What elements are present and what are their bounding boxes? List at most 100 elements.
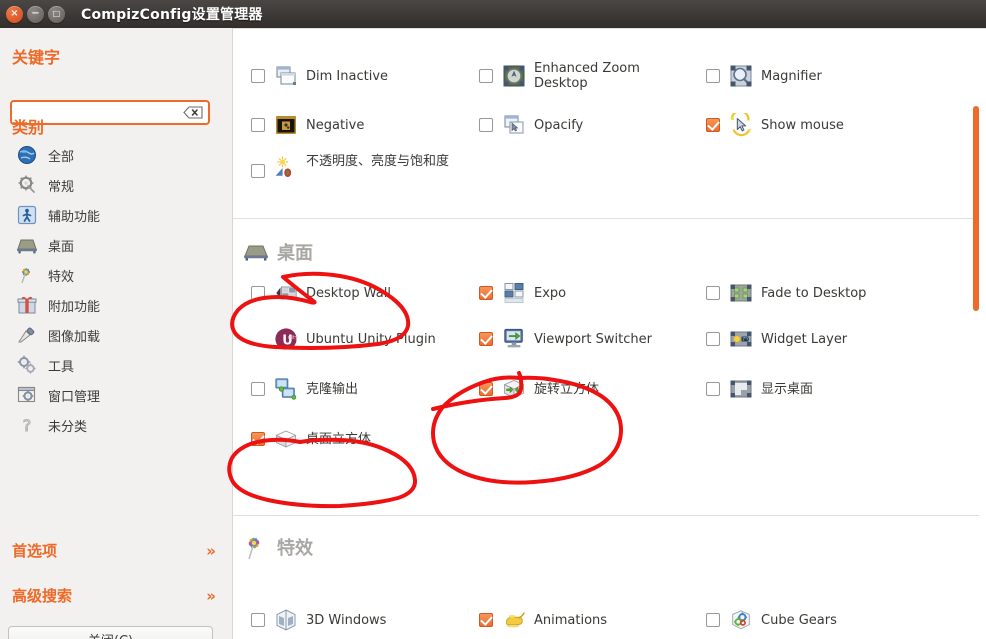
sidebar-item-extras[interactable]: 附加功能 bbox=[0, 290, 232, 320]
gift-icon bbox=[16, 294, 38, 316]
plugin-widget-layer[interactable]: 7°C Widget Layer bbox=[706, 319, 847, 359]
sidebar-item-image-loading[interactable]: 图像加载 bbox=[0, 320, 232, 350]
sidebar-item-label: 常规 bbox=[48, 179, 75, 195]
plugin-checkbox[interactable] bbox=[251, 164, 265, 178]
vertical-scrollbar[interactable] bbox=[973, 29, 983, 638]
plugin-opacify[interactable]: Opacify bbox=[479, 105, 583, 145]
cube-gears-icon bbox=[729, 608, 753, 632]
section-effects: 特效 3D Windows Animations Cube Gears bbox=[233, 516, 986, 639]
desk-icon bbox=[16, 234, 38, 256]
plugin-checkbox[interactable] bbox=[251, 613, 265, 627]
plugin-ubuntu-unity[interactable]: U nity Ubuntu Unity Plugin bbox=[251, 319, 436, 359]
plugin-magnifier[interactable]: Magnifier bbox=[706, 56, 822, 96]
window-maximize-button[interactable]: □ bbox=[48, 5, 65, 23]
keyword-heading: 关键字 bbox=[12, 48, 61, 67]
plugin-rotate-cube[interactable]: 旋转立方体 bbox=[479, 369, 599, 409]
sidebar-item-label: 全部 bbox=[48, 149, 75, 165]
plugin-negative[interactable]: Negative bbox=[251, 105, 364, 145]
close-button[interactable]: 关闭(C) bbox=[8, 626, 213, 639]
plugin-checkbox[interactable] bbox=[706, 286, 720, 300]
plugin-checkbox[interactable] bbox=[251, 69, 265, 83]
plugin-checkbox[interactable] bbox=[706, 118, 720, 132]
plugin-checkbox[interactable] bbox=[479, 613, 493, 627]
sidebar-item-label: 辅助功能 bbox=[48, 209, 101, 225]
sidebar-item-general[interactable]: 常规 bbox=[0, 170, 232, 200]
sidebar-item-accessibility[interactable]: 辅助功能 bbox=[0, 200, 232, 230]
negative-icon bbox=[274, 113, 298, 137]
plugin-checkbox[interactable] bbox=[706, 613, 720, 627]
window-close-button[interactable]: × bbox=[6, 5, 23, 23]
advanced-search-link[interactable]: 高级搜索 » bbox=[12, 585, 220, 606]
plugin-dim-inactive[interactable]: Dim Inactive bbox=[251, 56, 388, 96]
plugin-label: Animations bbox=[534, 612, 608, 628]
plugin-cube-gears[interactable]: Cube Gears bbox=[706, 600, 837, 639]
plugin-checkbox[interactable] bbox=[479, 69, 493, 83]
plugin-label: Expo bbox=[534, 285, 567, 301]
animations-icon bbox=[502, 608, 526, 632]
plugin-desktop-wall[interactable]: Desktop Wall bbox=[251, 273, 391, 313]
opacify-icon bbox=[502, 113, 526, 137]
plugin-checkbox[interactable] bbox=[479, 118, 493, 132]
sidebar-item-label: 特效 bbox=[48, 269, 75, 285]
plugin-checkbox[interactable] bbox=[706, 382, 720, 396]
preferences-label: 首选项 bbox=[12, 542, 58, 560]
plugin-checkbox[interactable] bbox=[706, 69, 720, 83]
plugin-3d-windows[interactable]: 3D Windows bbox=[251, 600, 386, 639]
plugin-label: Viewport Switcher bbox=[534, 331, 652, 347]
plugin-checkbox[interactable] bbox=[251, 118, 265, 132]
accessibility-icon bbox=[16, 204, 38, 226]
sidebar-item-label: 桌面 bbox=[48, 239, 75, 255]
plugin-checkbox[interactable] bbox=[479, 382, 493, 396]
sidebar-item-effects[interactable]: 特效 bbox=[0, 260, 232, 290]
scrollbar-thumb[interactable] bbox=[973, 106, 979, 311]
3d-windows-icon bbox=[274, 608, 298, 632]
preferences-link[interactable]: 首选项 » bbox=[12, 540, 220, 561]
plugin-viewport-switcher[interactable]: Viewport Switcher bbox=[479, 319, 652, 359]
section-header-desktop: 桌面 bbox=[233, 235, 986, 269]
plugin-label: Cube Gears bbox=[761, 612, 837, 628]
plugin-animations[interactable]: Animations bbox=[479, 600, 607, 639]
plugin-label: Dim Inactive bbox=[306, 68, 389, 84]
plugin-checkbox[interactable] bbox=[479, 332, 493, 346]
clear-entry-icon[interactable] bbox=[183, 106, 203, 120]
plugin-show-mouse[interactable]: Show mouse bbox=[706, 105, 844, 145]
paint-brush-icon bbox=[16, 324, 38, 346]
svg-text:7°C: 7°C bbox=[742, 337, 750, 343]
plugin-expo[interactable]: Expo bbox=[479, 273, 566, 313]
sidebar-item-all[interactable]: 全部 bbox=[0, 140, 232, 170]
plugin-checkbox[interactable] bbox=[479, 286, 493, 300]
plugin-checkbox[interactable] bbox=[251, 432, 265, 446]
globe-icon bbox=[16, 144, 38, 166]
svg-text:nity: nity bbox=[288, 335, 298, 341]
plugin-enhanced-zoom-desktop[interactable]: Enhanced Zoom Desktop bbox=[479, 56, 684, 96]
plugin-label: 显示桌面 bbox=[761, 381, 814, 397]
sidebar-item-uncategorized[interactable]: ? 未分类 bbox=[0, 410, 232, 440]
window-gear-icon bbox=[16, 384, 38, 406]
plugin-fade-to-desktop[interactable]: Fade to Desktop bbox=[706, 273, 866, 313]
plugin-show-desktop[interactable]: 显示桌面 bbox=[706, 369, 813, 409]
plugin-desktop-cube[interactable]: 桌面立方体 bbox=[251, 419, 371, 459]
gears-icon bbox=[16, 354, 38, 376]
maximize-icon: □ bbox=[52, 9, 61, 18]
plugin-label: 旋转立方体 bbox=[534, 381, 600, 397]
sidebar-item-desktop[interactable]: 桌面 bbox=[0, 230, 232, 260]
sidebar-item-label: 未分类 bbox=[48, 419, 88, 435]
category-list: 全部 常规 辅助功能 桌面 特效 附加功能 图像加载 工具 窗口管理 ? 未分类 bbox=[0, 140, 232, 440]
plugin-label: Negative bbox=[306, 117, 365, 133]
ubuntu-unity-icon: U nity bbox=[274, 327, 298, 351]
sidebar-item-window-management[interactable]: 窗口管理 bbox=[0, 380, 232, 410]
sidebar-item-utility[interactable]: 工具 bbox=[0, 350, 232, 380]
plugin-checkbox[interactable] bbox=[251, 286, 265, 300]
plugin-opacity-brightness-saturation[interactable]: 不透明度、亮度与饱和度 bbox=[251, 150, 449, 190]
sidebar-item-label: 工具 bbox=[48, 359, 75, 375]
plugin-checkbox[interactable] bbox=[251, 382, 265, 396]
category-heading: 类别 bbox=[12, 118, 45, 137]
dim-inactive-icon bbox=[274, 64, 298, 88]
sidebar-item-label: 窗口管理 bbox=[48, 389, 101, 405]
sidebar-item-label: 图像加载 bbox=[48, 329, 101, 345]
widget-layer-icon: 7°C bbox=[729, 327, 753, 351]
window-minimize-button[interactable]: − bbox=[27, 5, 44, 23]
plugin-label: 桌面立方体 bbox=[306, 431, 372, 447]
plugin-checkbox[interactable] bbox=[706, 332, 720, 346]
plugin-clone-output[interactable]: 克隆输出 bbox=[251, 369, 358, 409]
